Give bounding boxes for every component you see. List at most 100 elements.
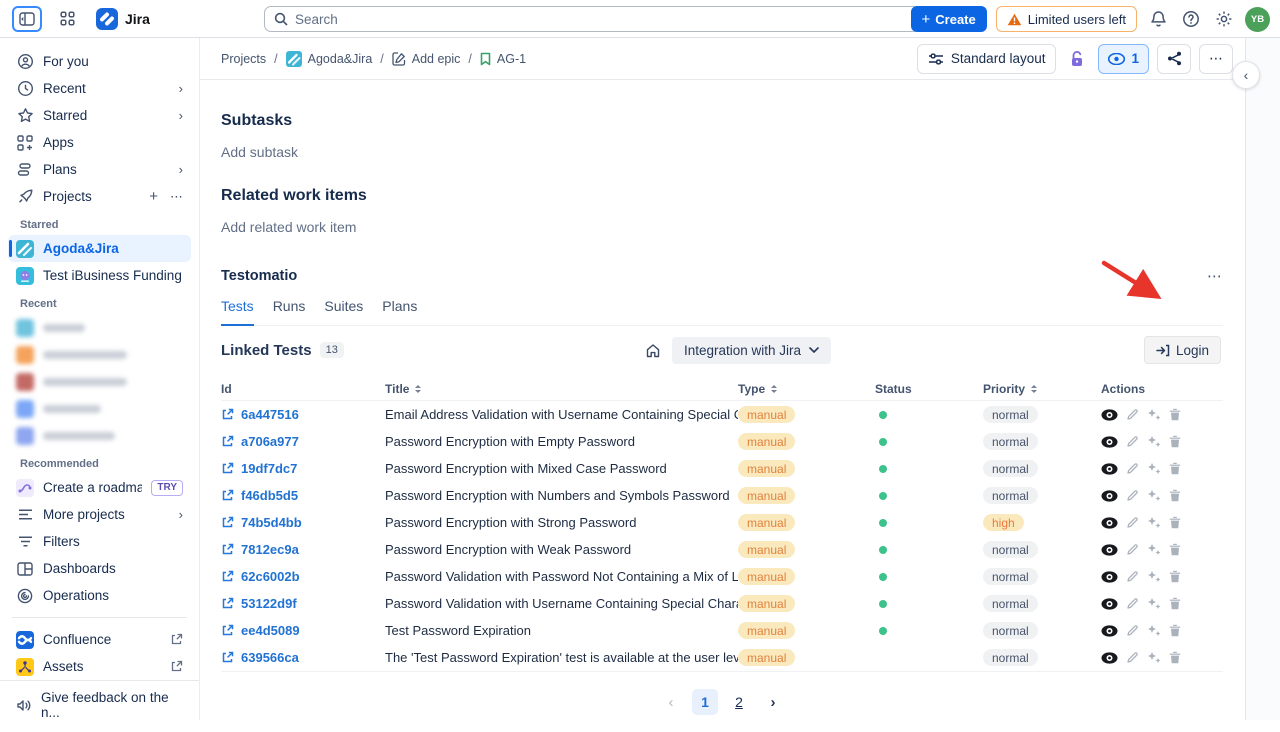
edit-icon[interactable]	[1126, 624, 1139, 637]
external-link-icon[interactable]	[221, 570, 234, 583]
test-id-link[interactable]: 62c6002b	[241, 569, 300, 584]
edit-icon[interactable]	[1126, 516, 1139, 529]
pagination-page-1[interactable]: 1	[692, 689, 718, 715]
ai-generate-icon[interactable]	[1147, 435, 1161, 448]
edit-icon[interactable]	[1126, 408, 1139, 421]
tab-runs[interactable]: Runs	[273, 298, 306, 325]
test-id-link[interactable]: 53122d9f	[241, 596, 297, 611]
watchers-button[interactable]: 1	[1098, 44, 1149, 74]
sidebar-toggle-button[interactable]	[12, 6, 42, 32]
watch-toggle-icon[interactable]	[1101, 544, 1118, 556]
help-button[interactable]	[1179, 7, 1203, 31]
test-id-link[interactable]: 639566ca	[241, 650, 299, 665]
delete-icon[interactable]	[1169, 462, 1181, 475]
delete-icon[interactable]	[1169, 651, 1181, 664]
test-id-link[interactable]: 19df7dc7	[241, 461, 297, 476]
standard-layout-button[interactable]: Standard layout	[917, 44, 1057, 74]
external-link-icon[interactable]	[221, 408, 234, 421]
more-actions-button[interactable]: ⋯	[1199, 44, 1233, 74]
sidebar-item-for-you[interactable]: For you	[8, 48, 191, 75]
sidebar-recent-project-blurred[interactable]	[8, 314, 191, 341]
test-id-link[interactable]: 6a447516	[241, 407, 299, 422]
give-feedback-button[interactable]: Give feedback on the n...	[0, 680, 199, 732]
sidebar-item-recent[interactable]: Recent ›	[8, 75, 191, 102]
breadcrumb-projects[interactable]: Projects	[221, 52, 266, 66]
watch-toggle-icon[interactable]	[1101, 436, 1118, 448]
watch-toggle-icon[interactable]	[1101, 463, 1118, 475]
sidebar-item-apps[interactable]: Apps	[8, 129, 191, 156]
pagination-prev-button[interactable]: ‹	[658, 689, 684, 715]
edit-icon[interactable]	[1126, 597, 1139, 610]
ai-generate-icon[interactable]	[1147, 543, 1161, 556]
watch-toggle-icon[interactable]	[1101, 598, 1118, 610]
suite-filter-dropdown[interactable]: Integration with Jira	[672, 337, 831, 364]
sidebar-item-starred[interactable]: Starred ›	[8, 102, 191, 129]
pagination-next-button[interactable]: ›	[760, 689, 786, 715]
sidebar-item-projects[interactable]: Projects + ⋯	[8, 183, 191, 210]
delete-icon[interactable]	[1169, 435, 1181, 448]
delete-icon[interactable]	[1169, 489, 1181, 502]
sidebar-item-dashboards[interactable]: Dashboards	[8, 555, 191, 582]
sidebar-recent-project-blurred[interactable]	[8, 341, 191, 368]
add-subtask-button[interactable]: Add subtask	[221, 144, 1223, 160]
edit-icon[interactable]	[1126, 651, 1139, 664]
sidebar-item-plans[interactable]: Plans ›	[8, 156, 191, 183]
external-link-icon[interactable]	[221, 651, 234, 664]
external-link-icon[interactable]	[221, 597, 234, 610]
edit-icon[interactable]	[1126, 435, 1139, 448]
limited-users-button[interactable]: Limited users left	[996, 6, 1137, 32]
ai-generate-icon[interactable]	[1147, 597, 1161, 610]
breadcrumb-add-epic[interactable]: Add epic	[392, 52, 461, 66]
create-button[interactable]: + Create	[911, 6, 987, 32]
edit-icon[interactable]	[1126, 570, 1139, 583]
settings-button[interactable]	[1212, 7, 1236, 31]
add-project-icon[interactable]: +	[149, 188, 158, 205]
ai-generate-icon[interactable]	[1147, 408, 1161, 421]
edit-icon[interactable]	[1126, 462, 1139, 475]
external-link-icon[interactable]	[221, 489, 234, 502]
watch-toggle-icon[interactable]	[1101, 652, 1118, 664]
column-header-type[interactable]: Type	[738, 382, 875, 396]
external-link-icon[interactable]	[221, 516, 234, 529]
test-id-link[interactable]: 74b5d4bb	[241, 515, 302, 530]
sidebar-project-test-ibusiness[interactable]: Test iBusiness Funding	[8, 262, 191, 289]
edit-icon[interactable]	[1126, 489, 1139, 502]
projects-more-icon[interactable]: ⋯	[170, 189, 183, 205]
sidebar-item-filters[interactable]: Filters	[8, 528, 191, 555]
watch-toggle-icon[interactable]	[1101, 571, 1118, 583]
breadcrumb-issue[interactable]: AG-1	[480, 52, 526, 66]
unlock-button[interactable]	[1064, 44, 1090, 74]
delete-icon[interactable]	[1169, 408, 1181, 421]
ai-generate-icon[interactable]	[1147, 651, 1161, 664]
avatar[interactable]: YB	[1245, 7, 1270, 32]
notifications-button[interactable]	[1146, 7, 1170, 31]
watch-toggle-icon[interactable]	[1101, 490, 1118, 502]
search-input[interactable]: Search	[264, 6, 920, 32]
add-related-work-item-button[interactable]: Add related work item	[221, 219, 1223, 235]
share-button[interactable]	[1157, 44, 1191, 74]
sidebar-item-confluence[interactable]: Confluence	[8, 626, 191, 653]
pagination-page-2[interactable]: 2	[726, 689, 752, 715]
delete-icon[interactable]	[1169, 516, 1181, 529]
test-id-link[interactable]: ee4d5089	[241, 623, 300, 638]
jira-home-link[interactable]: Jira	[96, 8, 150, 30]
watch-toggle-icon[interactable]	[1101, 517, 1118, 529]
watch-toggle-icon[interactable]	[1101, 409, 1118, 421]
edit-icon[interactable]	[1126, 543, 1139, 556]
ai-generate-icon[interactable]	[1147, 624, 1161, 637]
sidebar-project-agoda-jira[interactable]: Agoda&Jira	[8, 235, 191, 262]
app-switcher-button[interactable]	[52, 6, 82, 32]
delete-icon[interactable]	[1169, 570, 1181, 583]
delete-icon[interactable]	[1169, 543, 1181, 556]
column-header-priority[interactable]: Priority	[983, 382, 1101, 396]
ai-generate-icon[interactable]	[1147, 489, 1161, 502]
ai-generate-icon[interactable]	[1147, 516, 1161, 529]
collapse-panel-button[interactable]: ‹	[1232, 61, 1260, 89]
external-link-icon[interactable]	[221, 462, 234, 475]
tab-suites[interactable]: Suites	[324, 298, 363, 325]
test-id-link[interactable]: a706a977	[241, 434, 299, 449]
delete-icon[interactable]	[1169, 624, 1181, 637]
sidebar-recent-project-blurred[interactable]	[8, 422, 191, 449]
external-link-icon[interactable]	[221, 543, 234, 556]
tab-tests[interactable]: Tests	[221, 298, 254, 326]
